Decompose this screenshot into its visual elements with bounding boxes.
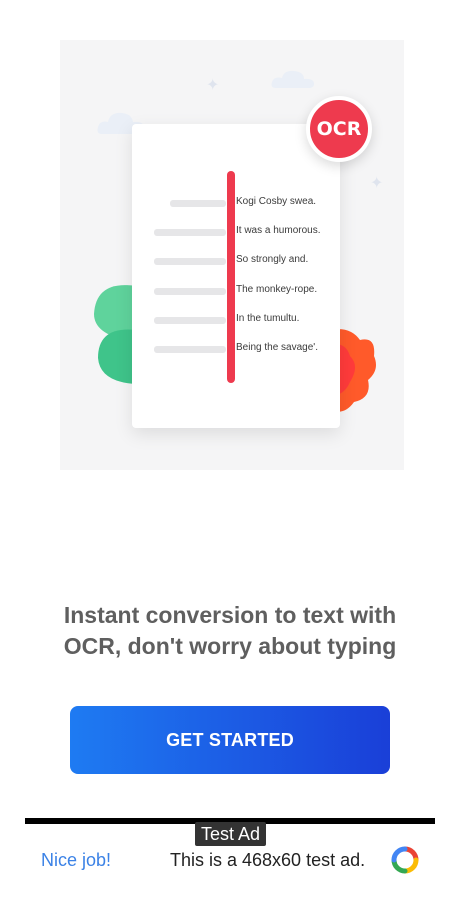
ocr-illustration: ✦ ✦ ✦ ✦ ✦ Kogi Cosby swea. It was a humo…: [60, 40, 404, 470]
sparkle-icon: ✦: [206, 77, 220, 94]
placeholder-line: [170, 200, 226, 207]
recognized-text-line: The monkey-rope.: [236, 284, 318, 295]
ad-body-text[interactable]: This is a 468x60 test ad.: [170, 850, 365, 871]
placeholder-line: [154, 346, 226, 353]
onboarding-tagline: Instant conversion to text with OCR, don…: [63, 602, 397, 659]
placeholder-line: [154, 258, 226, 265]
ad-headline[interactable]: Nice job!: [41, 850, 111, 871]
sparkle-icon: ✦: [370, 175, 384, 192]
ocr-badge-icon: OCR: [306, 96, 372, 162]
recognized-text-line: In the tumultu.: [236, 313, 300, 324]
get-started-button[interactable]: GET STARTED: [70, 706, 390, 774]
recognized-text-line: It was a humorous.: [236, 225, 321, 236]
recognized-text-line: Kogi Cosby swea.: [236, 196, 317, 207]
recognized-text-line: So strongly and.: [236, 254, 309, 265]
recognized-text-line: Being the savage'.: [236, 342, 318, 353]
test-ad-tag: Test Ad: [195, 822, 267, 846]
cloud-icon: [271, 70, 314, 88]
placeholder-line: [154, 229, 226, 236]
placeholder-line: [154, 288, 226, 295]
adsense-logo-icon[interactable]: [391, 846, 419, 874]
ad-banner[interactable]: Test Ad Nice job! This is a 468x60 test …: [25, 818, 435, 884]
scan-bar: [227, 171, 235, 383]
placeholder-line: [154, 317, 226, 324]
document-card: [132, 124, 340, 428]
